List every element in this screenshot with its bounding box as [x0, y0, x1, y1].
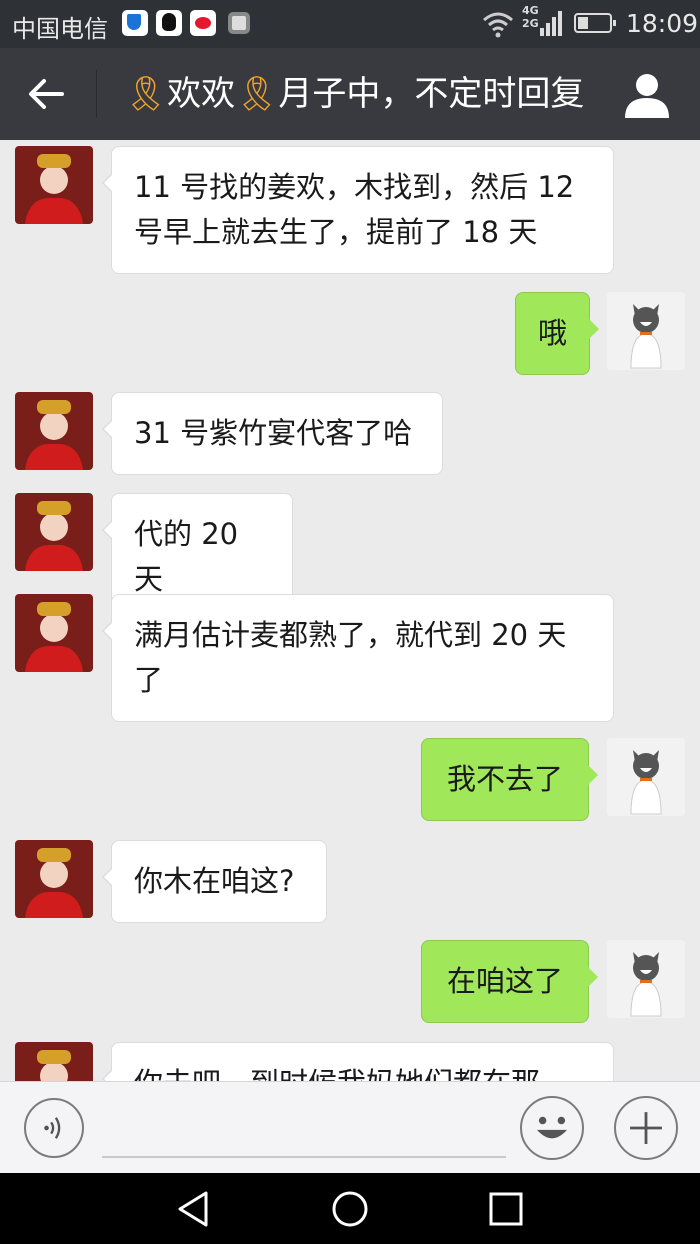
contact-avatar[interactable] [15, 1042, 93, 1081]
incoming-bubble[interactable]: 满月估计麦都熟了，就代到 20 天了 [102, 594, 614, 722]
outgoing-bubble[interactable]: 在咱这了 [421, 940, 598, 1023]
person-icon[interactable] [620, 70, 674, 120]
contact-avatar[interactable] [15, 493, 93, 571]
ribbon-icon: 🎗 [235, 74, 279, 114]
shield-icon [122, 10, 148, 36]
contact-avatar[interactable] [15, 594, 93, 672]
chat-header: 🎗欢欢🎗月子中，不定时回复 [0, 48, 700, 140]
status-time: 18:09 [626, 9, 699, 38]
message-input[interactable] [102, 1156, 506, 1158]
chat-title-status: 月子中，不定时回复 [278, 74, 585, 114]
carrier-name: 中国电信 [12, 15, 108, 43]
voice-icon[interactable] [24, 1098, 84, 1158]
incoming-bubble[interactable]: 31 号紫竹宴代客了哈 [102, 392, 443, 475]
input-bar [0, 1081, 700, 1174]
header-divider [96, 70, 97, 118]
message-list[interactable]: 11 号找的姜欢，木找到，然后 12 号早上就去生了，提前了 18 天 哦 31… [0, 140, 700, 1081]
system-nav-bar [0, 1173, 700, 1244]
my-avatar[interactable] [607, 292, 685, 370]
signal-icon [540, 11, 562, 36]
outgoing-bubble[interactable]: 哦 [515, 292, 599, 375]
contact-avatar[interactable] [15, 840, 93, 918]
my-avatar[interactable] [607, 940, 685, 1018]
weibo-icon [190, 10, 216, 36]
plus-icon[interactable] [614, 1096, 678, 1160]
incoming-bubble[interactable]: 你木在咱这? [102, 840, 327, 923]
battery-icon [574, 13, 616, 33]
chat-title: 🎗欢欢🎗月子中，不定时回复 [124, 70, 584, 118]
nav-back-icon[interactable] [172, 1187, 216, 1231]
nav-recents-icon[interactable] [484, 1187, 528, 1231]
outgoing-bubble[interactable]: 我不去了 [421, 738, 598, 821]
ribbon-icon: 🎗 [124, 74, 168, 114]
wifi-icon [483, 12, 513, 38]
my-avatar[interactable] [607, 738, 685, 816]
incoming-bubble[interactable]: 你去吧，到时候我妈她们都在那 [102, 1042, 614, 1081]
emoji-icon[interactable] [520, 1096, 584, 1160]
contact-avatar[interactable] [15, 392, 93, 470]
qq-icon [156, 10, 182, 36]
contact-avatar[interactable] [15, 146, 93, 224]
network-type: 4G 2G [522, 4, 539, 30]
incoming-bubble[interactable]: 11 号找的姜欢，木找到，然后 12 号早上就去生了，提前了 18 天 [102, 146, 614, 274]
gallery-icon [228, 12, 250, 34]
arrow-left-icon[interactable] [20, 70, 76, 118]
chat-title-name: 欢欢 [167, 74, 236, 114]
nav-home-icon[interactable] [328, 1187, 372, 1231]
status-bar: 中国电信 4G 2G 18:09 [0, 0, 700, 48]
